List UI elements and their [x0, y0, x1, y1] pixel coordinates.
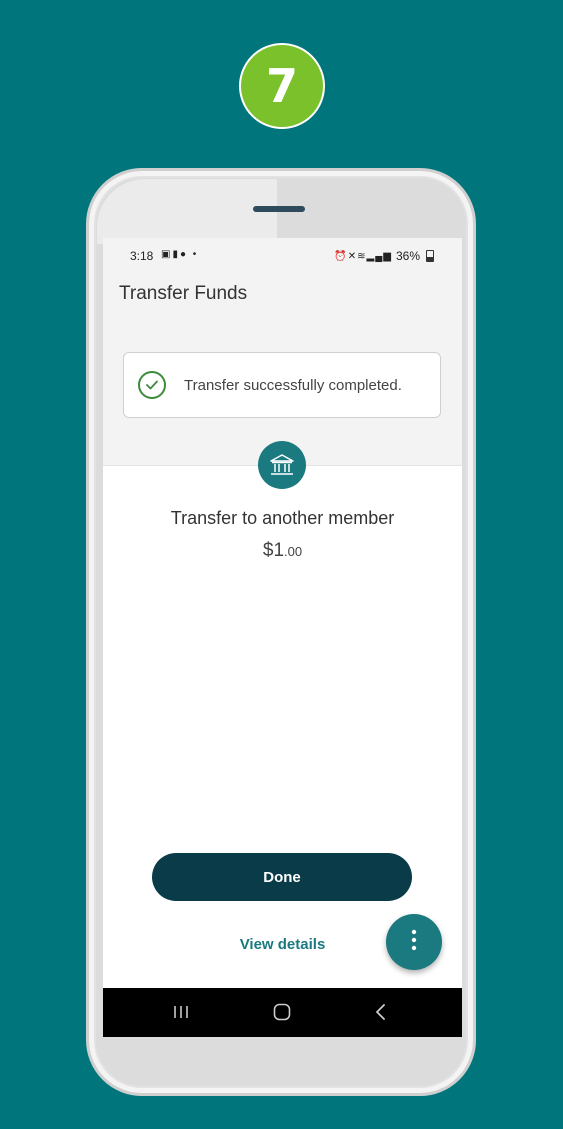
step-number-badge: 7 — [239, 43, 325, 129]
android-nav-bar — [103, 988, 462, 1037]
wifi-icon: ≋ — [357, 250, 367, 262]
status-right: ⏰✕≋▂▄▆ 36% — [334, 249, 434, 263]
home-button[interactable] — [270, 1000, 294, 1024]
recent-apps-button[interactable] — [169, 1000, 193, 1024]
image-icon: ▣ — [161, 249, 173, 260]
more-vertical-icon — [411, 929, 417, 956]
check-circle-icon — [138, 371, 166, 399]
phone-screen: 3:18 ▣▮● • ⏰✕≋▂▄▆ 36% Transfer Funds Tra… — [103, 238, 462, 1037]
dot-icon: • — [192, 249, 199, 260]
battery-percent: 36% — [395, 249, 420, 263]
more-options-button[interactable] — [386, 914, 442, 970]
transfer-title: Transfer to another member — [170, 508, 395, 528]
chat-icon: ▮ — [172, 249, 180, 260]
amount-cents: .00 — [284, 544, 303, 559]
success-toast: Transfer successfully completed. — [123, 352, 441, 418]
page-title: Transfer Funds — [119, 283, 248, 304]
mute-icon: ✕ — [347, 250, 358, 262]
transfer-amount: $1.00 — [103, 540, 462, 562]
header-area: 3:18 ▣▮● • ⏰✕≋▂▄▆ 36% Transfer Funds Tra… — [103, 238, 462, 466]
system-icons: ⏰✕≋▂▄▆ — [334, 251, 392, 262]
bank-icon — [258, 441, 306, 489]
battery-icon — [426, 250, 434, 262]
notification-icons: ▣▮● • — [161, 249, 198, 260]
back-button[interactable] — [369, 1000, 393, 1024]
alarm-icon: ⏰ — [334, 250, 348, 262]
status-bar: 3:18 ▣▮● • ⏰✕≋▂▄▆ 36% — [103, 246, 462, 266]
phone-speaker — [253, 206, 305, 212]
toast-message: Transfer successfully completed. — [184, 376, 402, 394]
phone-shine — [97, 179, 277, 244]
messenger-icon: ● — [179, 249, 189, 260]
done-button[interactable]: Done — [152, 853, 412, 901]
status-time: 3:18 — [130, 249, 154, 263]
amount-dollars: $1 — [262, 540, 285, 561]
signal-icon: ▂▄▆ — [366, 250, 392, 262]
